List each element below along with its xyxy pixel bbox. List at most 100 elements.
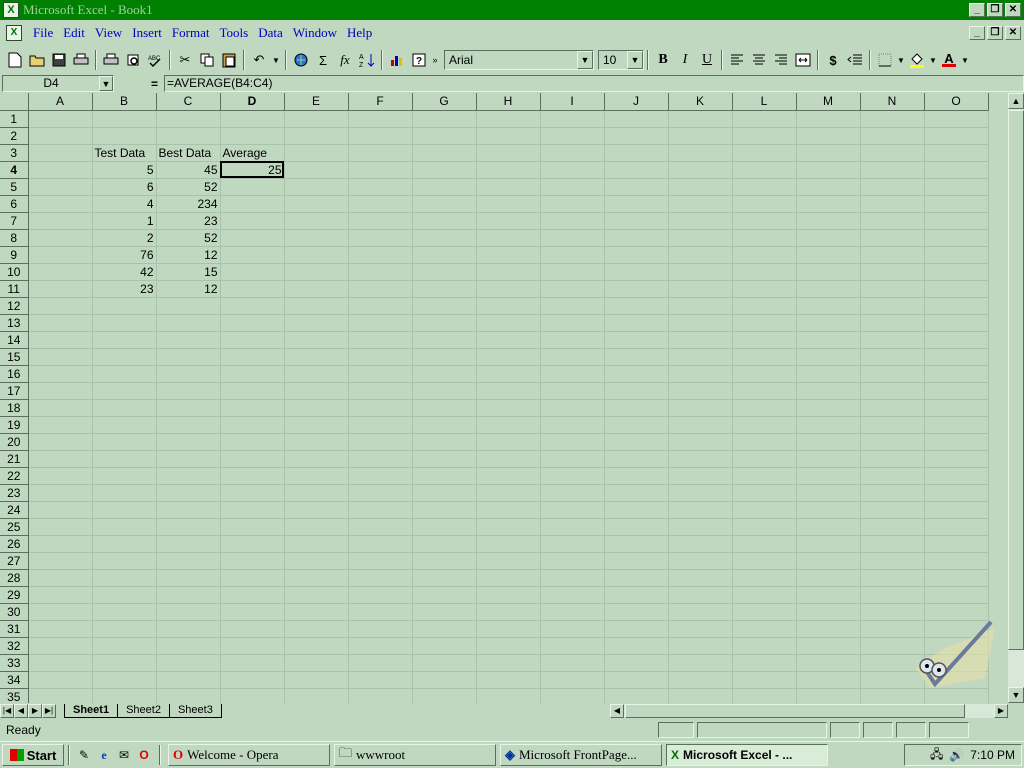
row-header[interactable]: 19 bbox=[0, 416, 29, 434]
cell-g1[interactable] bbox=[412, 110, 477, 128]
cell-d4[interactable]: 25 bbox=[220, 161, 285, 179]
cell-c9[interactable]: 12 bbox=[156, 246, 221, 264]
font-dropdown-icon[interactable]: ▼ bbox=[577, 51, 593, 69]
cell-n18[interactable] bbox=[860, 399, 925, 417]
cell-h35[interactable] bbox=[476, 688, 541, 703]
cell-b5[interactable]: 6 bbox=[92, 178, 157, 196]
menu-data[interactable]: Data bbox=[253, 25, 288, 41]
prev-sheet-button[interactable]: ◀ bbox=[14, 704, 28, 718]
row-header[interactable]: 31 bbox=[0, 620, 29, 638]
cell-f17[interactable] bbox=[348, 382, 413, 400]
row-header[interactable]: 13 bbox=[0, 314, 29, 332]
cell-j32[interactable] bbox=[604, 637, 669, 655]
cell-l23[interactable] bbox=[732, 484, 797, 502]
cell-l19[interactable] bbox=[732, 416, 797, 434]
cell-i14[interactable] bbox=[540, 331, 605, 349]
cell-j16[interactable] bbox=[604, 365, 669, 383]
cell-b33[interactable] bbox=[92, 654, 157, 672]
column-header[interactable]: C bbox=[156, 93, 221, 111]
cell-a10[interactable] bbox=[28, 263, 93, 281]
cell-k10[interactable] bbox=[668, 263, 733, 281]
column-header[interactable]: M bbox=[796, 93, 861, 111]
cell-o11[interactable] bbox=[924, 280, 989, 298]
cell-b35[interactable] bbox=[92, 688, 157, 703]
menu-window[interactable]: Window bbox=[288, 25, 342, 41]
cell-c3[interactable]: Best Data bbox=[156, 144, 221, 162]
cell-e30[interactable] bbox=[284, 603, 349, 621]
cell-o16[interactable] bbox=[924, 365, 989, 383]
worksheet-grid[interactable]: ABCDEFGHIJKLMNO 1 2 3 Test Data Best Data Ave… bbox=[0, 93, 1008, 703]
cell-f30[interactable] bbox=[348, 603, 413, 621]
cell-n2[interactable] bbox=[860, 127, 925, 145]
cell-n3[interactable] bbox=[860, 144, 925, 162]
cell-g15[interactable] bbox=[412, 348, 477, 366]
cell-i7[interactable] bbox=[540, 212, 605, 230]
cell-f3[interactable] bbox=[348, 144, 413, 162]
next-sheet-button[interactable]: ▶ bbox=[28, 704, 42, 718]
cell-c21[interactable] bbox=[156, 450, 221, 468]
cell-g6[interactable] bbox=[412, 195, 477, 213]
cell-i8[interactable] bbox=[540, 229, 605, 247]
scroll-up-button[interactable]: ▲ bbox=[1008, 93, 1024, 109]
cell-e4[interactable] bbox=[284, 161, 349, 179]
doc-restore-button[interactable]: ❐ bbox=[987, 26, 1003, 40]
row-header[interactable]: 20 bbox=[0, 433, 29, 451]
cell-m31[interactable] bbox=[796, 620, 861, 638]
underline-button[interactable]: U bbox=[696, 49, 718, 71]
cell-a35[interactable] bbox=[28, 688, 93, 703]
cell-e18[interactable] bbox=[284, 399, 349, 417]
cell-h16[interactable] bbox=[476, 365, 541, 383]
doc-minimize-button[interactable]: _ bbox=[969, 26, 985, 40]
row-header[interactable]: 1 bbox=[0, 110, 29, 128]
cell-n7[interactable] bbox=[860, 212, 925, 230]
cell-e9[interactable] bbox=[284, 246, 349, 264]
cell-a33[interactable] bbox=[28, 654, 93, 672]
cell-l13[interactable] bbox=[732, 314, 797, 332]
tab-sheet1[interactable]: Sheet1 bbox=[64, 704, 119, 718]
cell-f11[interactable] bbox=[348, 280, 413, 298]
cell-e24[interactable] bbox=[284, 501, 349, 519]
cell-g20[interactable] bbox=[412, 433, 477, 451]
cell-b12[interactable] bbox=[92, 297, 157, 315]
cell-n21[interactable] bbox=[860, 450, 925, 468]
cell-m35[interactable] bbox=[796, 688, 861, 703]
office-assistant-logo[interactable] bbox=[905, 618, 1000, 694]
cell-a7[interactable] bbox=[28, 212, 93, 230]
cell-d15[interactable] bbox=[220, 348, 285, 366]
cell-l20[interactable] bbox=[732, 433, 797, 451]
cell-j23[interactable] bbox=[604, 484, 669, 502]
restore-button[interactable]: ❐ bbox=[987, 3, 1003, 17]
align-left-icon[interactable] bbox=[726, 49, 748, 71]
cell-k32[interactable] bbox=[668, 637, 733, 655]
cell-l11[interactable] bbox=[732, 280, 797, 298]
cell-n28[interactable] bbox=[860, 569, 925, 587]
cell-b24[interactable] bbox=[92, 501, 157, 519]
cell-g28[interactable] bbox=[412, 569, 477, 587]
cell-n24[interactable] bbox=[860, 501, 925, 519]
cell-c13[interactable] bbox=[156, 314, 221, 332]
cell-m4[interactable] bbox=[796, 161, 861, 179]
tab-sheet2[interactable]: Sheet2 bbox=[117, 704, 170, 718]
cell-h3[interactable] bbox=[476, 144, 541, 162]
cell-b25[interactable] bbox=[92, 518, 157, 536]
cell-m6[interactable] bbox=[796, 195, 861, 213]
cell-k14[interactable] bbox=[668, 331, 733, 349]
cell-k25[interactable] bbox=[668, 518, 733, 536]
borders-dropdown-icon[interactable]: ▼ bbox=[896, 49, 906, 71]
cell-g16[interactable] bbox=[412, 365, 477, 383]
horizontal-scroll-thumb[interactable] bbox=[625, 704, 965, 718]
fill-color-icon[interactable] bbox=[906, 49, 928, 71]
cell-i25[interactable] bbox=[540, 518, 605, 536]
cell-m27[interactable] bbox=[796, 552, 861, 570]
cell-m28[interactable] bbox=[796, 569, 861, 587]
cell-a2[interactable] bbox=[28, 127, 93, 145]
cell-m30[interactable] bbox=[796, 603, 861, 621]
cell-b10[interactable]: 42 bbox=[92, 263, 157, 281]
cell-k11[interactable] bbox=[668, 280, 733, 298]
cell-h6[interactable] bbox=[476, 195, 541, 213]
menu-file[interactable]: File bbox=[28, 25, 58, 41]
cell-g14[interactable] bbox=[412, 331, 477, 349]
cell-c29[interactable] bbox=[156, 586, 221, 604]
cell-m7[interactable] bbox=[796, 212, 861, 230]
cell-o10[interactable] bbox=[924, 263, 989, 281]
